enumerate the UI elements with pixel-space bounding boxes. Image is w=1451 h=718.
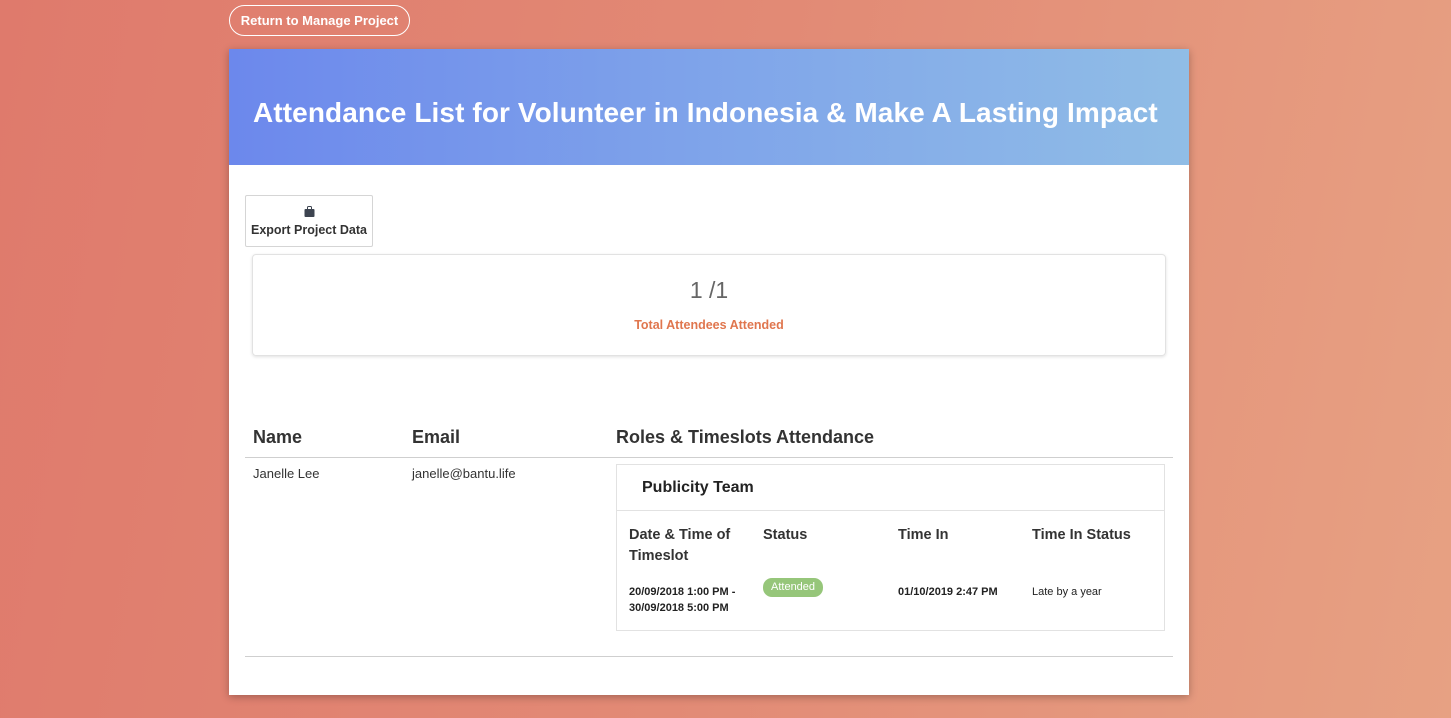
time-in-value: 01/10/2019 2:47 PM xyxy=(898,586,998,598)
attendee-email: janelle@bantu.life xyxy=(412,466,516,481)
timeslot-header-time-in-status: Time In Status xyxy=(1032,527,1131,543)
bag-icon xyxy=(304,205,314,217)
attendee-count: 1 /1 xyxy=(689,277,729,303)
attendee-name: Janelle Lee xyxy=(253,466,320,481)
attendance-stats-panel: 1 /1 Total Attendees Attended xyxy=(252,254,1166,356)
export-button-label: Export Project Data xyxy=(250,222,367,237)
page-title: Attendance List for Volunteer in Indones… xyxy=(253,97,1158,128)
timeslot-date-start: 20/09/2018 1:00 PM - xyxy=(629,586,736,598)
timeslot-header-date: Date & Time of Timeslot xyxy=(629,527,731,564)
status-badge: Attended xyxy=(763,578,824,597)
timeslot-header-status: Status xyxy=(763,527,808,543)
timeslot-time-in-status-column: Time In Status Late by a year xyxy=(1032,525,1162,600)
timeslot-date-column: Date & Time of Timeslot 20/09/2018 1:00 … xyxy=(629,525,749,616)
role-timeslot-box: Publicity Team Date & Time of Timeslot 2… xyxy=(616,464,1165,631)
timeslot-time-in-column: Time In 01/10/2019 2:47 PM xyxy=(898,525,1028,600)
return-to-manage-project-button[interactable]: Return to Manage Project xyxy=(229,5,410,36)
column-header-roles: Roles & Timeslots Attendance xyxy=(616,427,875,447)
export-project-data-button[interactable]: Export Project Data xyxy=(245,195,373,247)
table-header: Name Email Roles & Timeslots Attendance xyxy=(245,423,1173,458)
role-title: Publicity Team xyxy=(617,465,1164,511)
time-in-status-value: Late by a year xyxy=(1032,586,1102,598)
table-bottom-divider xyxy=(245,656,1173,657)
column-header-name: Name xyxy=(253,427,303,447)
timeslot-status-column: Status Attended xyxy=(763,525,883,597)
timeslot-date-end: 30/09/2018 5:00 PM xyxy=(629,602,729,614)
timeslot-header-time-in: Time In xyxy=(898,527,949,543)
attendee-count-label: Total Attendees Attended xyxy=(634,318,784,332)
attendance-card: Attendance List for Volunteer in Indones… xyxy=(229,49,1189,695)
column-header-email: Email xyxy=(412,427,461,447)
header-banner: Attendance List for Volunteer in Indones… xyxy=(229,49,1189,165)
